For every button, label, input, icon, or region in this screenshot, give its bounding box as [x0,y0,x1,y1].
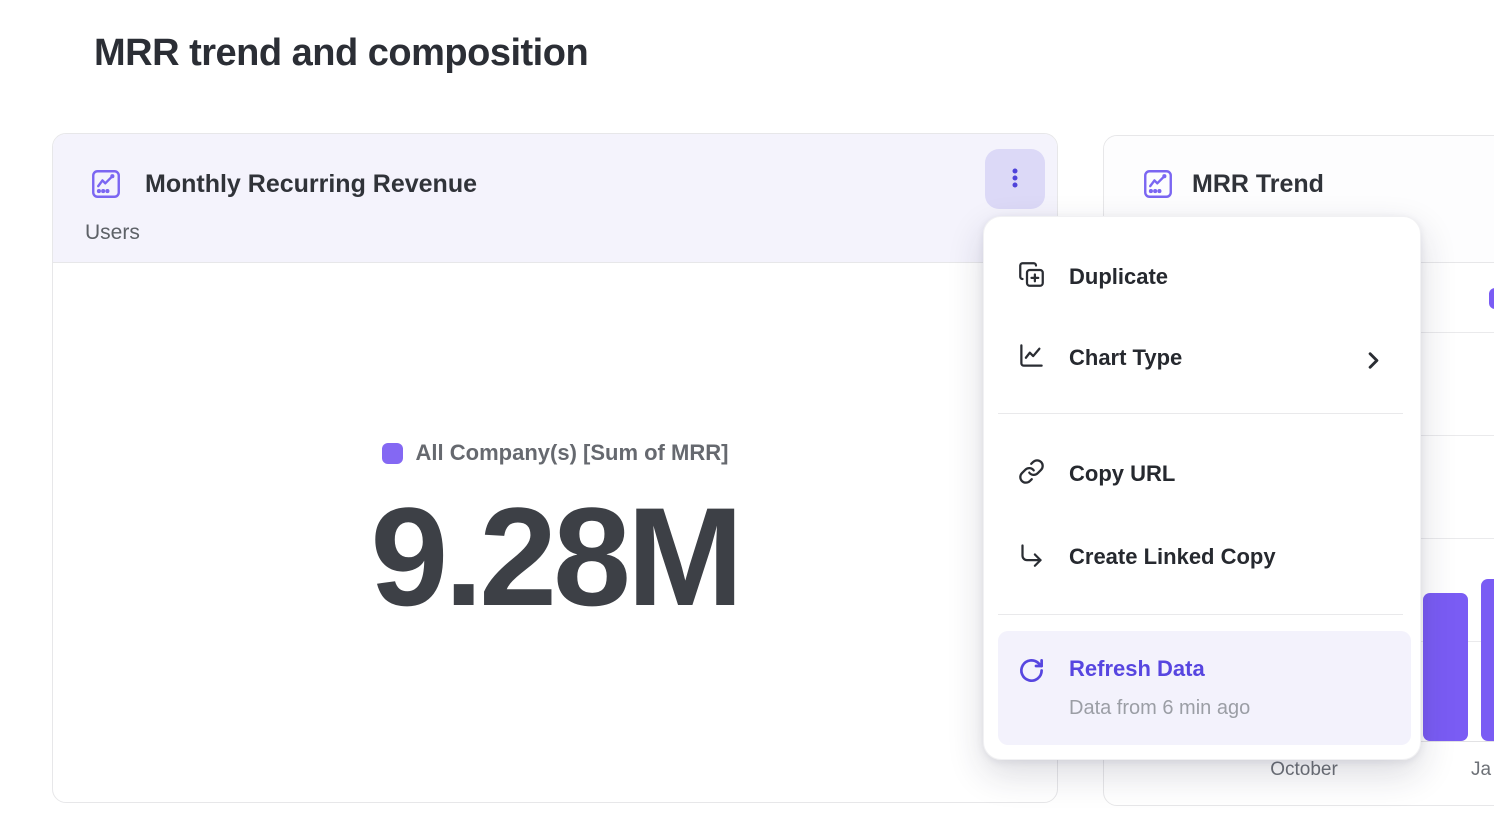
menu-item-duplicate[interactable]: Duplicate [984,247,1420,307]
mrr-card: Monthly Recurring Revenue Users All Comp… [52,133,1058,803]
x-axis-label-ja: Ja [1471,759,1491,781]
big-number-legend: All Company(s) [Sum of MRR] [53,440,1057,466]
menu-item-label: Refresh Data [1069,656,1205,682]
card-options-button[interactable] [985,149,1045,209]
menu-divider [998,413,1403,414]
page-title: MRR trend and composition [94,32,588,75]
bar-2[interactable] [1481,579,1494,741]
link-icon [1018,458,1045,490]
bar-1[interactable] [1423,593,1468,741]
kebab-menu-icon [1002,165,1028,194]
mrr-card-header: Monthly Recurring Revenue Users [53,134,1057,263]
dashboard-page: { "page": { "title": "MRR trend and comp… [0,0,1494,816]
menu-item-label: Duplicate [1069,264,1168,290]
menu-item-copy-url[interactable]: Copy URL [984,444,1420,504]
chart-widget-icon [1141,167,1175,201]
menu-divider [998,614,1403,615]
menu-item-create-linked-copy[interactable]: Create Linked Copy [984,527,1420,587]
x-axis-label-october: October [1244,759,1364,781]
legend-swatch [382,443,403,464]
legend-label: All Company(s) [Sum of MRR] [416,440,729,466]
menu-item-label: Copy URL [1069,461,1175,487]
menu-item-chart-type[interactable]: Chart Type [984,328,1420,388]
refresh-status-text: Data from 6 min ago [1069,697,1250,720]
trend-legend-swatch [1489,288,1494,309]
linked-copy-icon [1018,541,1045,573]
menu-item-label: Chart Type [1069,345,1182,371]
trend-card-title: MRR Trend [1192,167,1324,201]
mrr-card-subtitle: Users [85,218,140,248]
big-number-value: 9.28M [53,476,1057,638]
mrr-card-title: Monthly Recurring Revenue [145,167,477,201]
duplicate-icon [1018,261,1045,293]
menu-item-refresh-data[interactable]: Refresh Data Data from 6 min ago [998,631,1411,745]
card-options-menu: Duplicate Chart Type Copy URL [983,216,1421,760]
chevron-right-icon [1360,347,1382,369]
chart-widget-icon [89,167,123,201]
menu-item-label: Create Linked Copy [1069,544,1276,570]
chart-type-icon [1018,342,1045,374]
